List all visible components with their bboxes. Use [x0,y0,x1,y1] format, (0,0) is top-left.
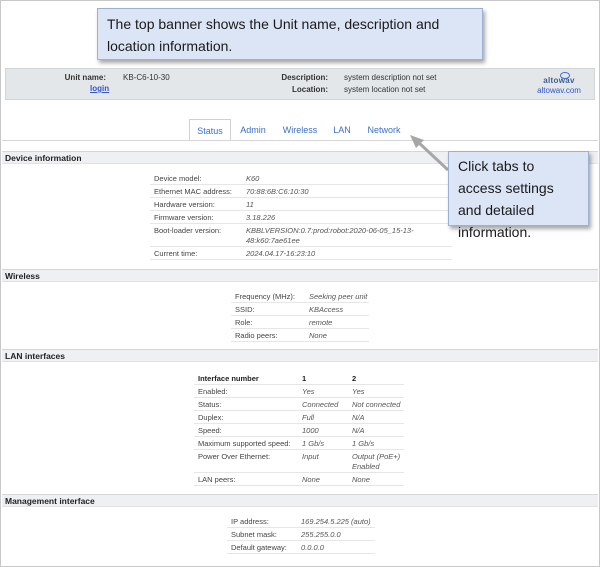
callout-arrow-icon [410,135,450,172]
callout-banner-info: The top banner shows the Unit name, desc… [97,8,483,60]
callout-tabs-info: Click tabs to access settings and detail… [448,151,589,240]
